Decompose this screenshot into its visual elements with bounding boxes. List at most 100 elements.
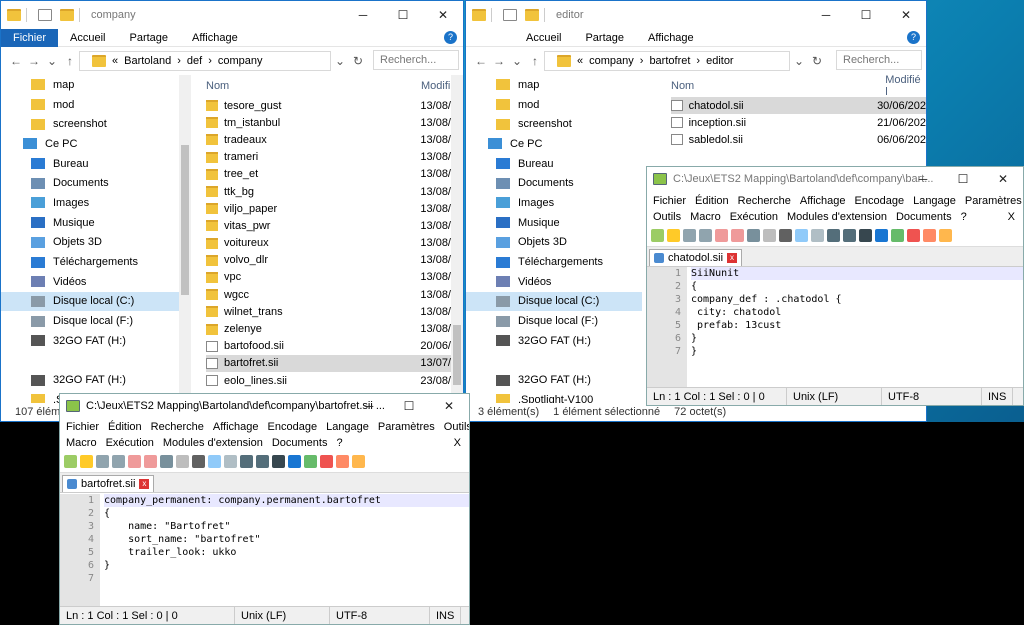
replace-icon[interactable] bbox=[272, 455, 285, 468]
menu-?[interactable]: ? bbox=[336, 437, 342, 449]
menu-fichier[interactable]: Fichier bbox=[653, 195, 686, 207]
list-item[interactable]: vpc 13/08/ bbox=[206, 269, 451, 286]
close-all-icon[interactable] bbox=[144, 455, 157, 468]
zoom-out-icon[interactable] bbox=[304, 455, 317, 468]
breadcrumb-overflow[interactable]: « bbox=[112, 55, 118, 67]
find-icon[interactable] bbox=[256, 455, 269, 468]
menu-modules d'extension[interactable]: Modules d'extension bbox=[163, 437, 263, 449]
breadcrumb-editor[interactable]: editor bbox=[706, 55, 734, 67]
nav-item[interactable]: Bureau bbox=[1, 154, 179, 174]
address-dropdown-icon[interactable]: ⌄ bbox=[790, 54, 808, 68]
redo-icon[interactable] bbox=[240, 455, 253, 468]
nav-item[interactable]: map bbox=[466, 75, 642, 95]
nav-scrollbar[interactable] bbox=[179, 75, 191, 405]
list-item[interactable]: zelenye 13/08/ bbox=[206, 320, 451, 337]
list-item[interactable]: eolo_lines.sii 23/08/ bbox=[206, 372, 451, 389]
wrap-icon[interactable] bbox=[336, 455, 349, 468]
nav-item[interactable]: Téléchargements bbox=[466, 252, 642, 272]
paste-icon[interactable] bbox=[795, 229, 808, 242]
copy-icon[interactable] bbox=[192, 455, 205, 468]
list-item[interactable]: tradeaux 13/08/ bbox=[206, 131, 451, 148]
address-bar[interactable]: « Bartoland › def › company bbox=[79, 51, 331, 71]
nav-item[interactable]: Objets 3D bbox=[466, 233, 642, 253]
minimize-button[interactable]: ─ bbox=[903, 167, 943, 191]
code-text[interactable]: company_permanent: company.permanent.bar… bbox=[100, 494, 469, 606]
up-arrow-icon[interactable]: ↑ bbox=[61, 54, 79, 68]
nav-item[interactable]: map bbox=[1, 75, 179, 95]
nav-item[interactable]: mod bbox=[1, 95, 179, 115]
menu-fichier[interactable]: Fichier bbox=[66, 421, 99, 433]
column-name[interactable]: Nom bbox=[206, 80, 421, 92]
maximize-button[interactable]: ☐ bbox=[389, 394, 429, 418]
close-button[interactable]: ✕ bbox=[429, 394, 469, 418]
menu-affichage[interactable]: Affichage bbox=[213, 421, 259, 433]
back-arrow-icon[interactable]: ← bbox=[7, 54, 25, 68]
file-tab[interactable]: bartofret.sii x bbox=[62, 475, 155, 492]
menu-encodage[interactable]: Encodage bbox=[268, 421, 318, 433]
redo-icon[interactable] bbox=[827, 229, 840, 242]
close-button[interactable]: ✕ bbox=[423, 1, 463, 29]
ribbon-tab-partage[interactable]: Partage bbox=[117, 29, 180, 47]
menu-outils[interactable]: Outils bbox=[444, 421, 469, 433]
minimize-button[interactable]: ─ bbox=[349, 394, 389, 418]
menu-paramètres[interactable]: Paramètres bbox=[378, 421, 435, 433]
save-icon[interactable] bbox=[96, 455, 109, 468]
nav-item[interactable]: 32GO FAT (H:) bbox=[1, 331, 179, 351]
nav-item[interactable]: Bureau bbox=[466, 154, 642, 174]
address-dropdown-icon[interactable]: ⌄ bbox=[331, 54, 349, 68]
menu-édition[interactable]: Édition bbox=[695, 195, 729, 207]
properties-icon[interactable] bbox=[503, 9, 517, 21]
nav-item[interactable]: Vidéos bbox=[466, 272, 642, 292]
forward-arrow-icon[interactable]: → bbox=[25, 54, 43, 68]
undo-icon[interactable] bbox=[811, 229, 824, 242]
macro-icon[interactable] bbox=[939, 229, 952, 242]
nav-item[interactable]: mod bbox=[466, 95, 642, 115]
nav-item[interactable]: screenshot bbox=[466, 114, 642, 134]
menu-recherche[interactable]: Recherche bbox=[738, 195, 791, 207]
list-item[interactable]: voitureux 13/08/ bbox=[206, 235, 451, 252]
cut-icon[interactable] bbox=[176, 455, 189, 468]
help-icon[interactable]: ? bbox=[907, 31, 920, 44]
zoom-in-icon[interactable] bbox=[288, 455, 301, 468]
new-folder-icon[interactable] bbox=[60, 9, 74, 21]
menu-édition[interactable]: Édition bbox=[108, 421, 142, 433]
close-button[interactable]: ✕ bbox=[886, 1, 926, 29]
code-text[interactable]: SiiNunit{company_def : .chatodol { city:… bbox=[687, 267, 1023, 387]
menu-langage[interactable]: Langage bbox=[913, 195, 956, 207]
list-item[interactable]: sabledol.sii 06/06/202 bbox=[671, 131, 926, 148]
breadcrumb-company[interactable]: company bbox=[218, 55, 263, 67]
nav-item[interactable]: Disque local (F:) bbox=[1, 311, 179, 331]
breadcrumb-bartofret[interactable]: bartofret bbox=[649, 55, 690, 67]
ribbon-tab-affichage[interactable]: Affichage bbox=[636, 29, 706, 47]
breadcrumb-def[interactable]: def bbox=[187, 55, 202, 67]
menu-recherche[interactable]: Recherche bbox=[151, 421, 204, 433]
close-document-button[interactable]: X bbox=[454, 437, 461, 449]
menu-macro[interactable]: Macro bbox=[690, 211, 721, 223]
nav-item[interactable]: Disque local (C:) bbox=[1, 291, 179, 312]
open-file-icon[interactable] bbox=[667, 229, 680, 242]
forward-arrow-icon[interactable]: → bbox=[490, 54, 508, 68]
paste-icon[interactable] bbox=[208, 455, 221, 468]
minimize-button[interactable]: ─ bbox=[806, 1, 846, 29]
properties-icon[interactable] bbox=[38, 9, 52, 21]
print-icon[interactable] bbox=[747, 229, 760, 242]
maximize-button[interactable]: ☐ bbox=[383, 1, 423, 29]
ribbon-tab-accueil[interactable]: Accueil bbox=[514, 29, 573, 47]
recent-chevron-icon[interactable]: ⌄ bbox=[43, 54, 61, 68]
column-modified[interactable]: Modifié l bbox=[885, 75, 926, 98]
help-icon[interactable]: ? bbox=[444, 31, 457, 44]
find-icon[interactable] bbox=[843, 229, 856, 242]
recent-chevron-icon[interactable]: ⌄ bbox=[508, 54, 526, 68]
nav-item[interactable]: Images bbox=[1, 193, 179, 213]
nav-item[interactable]: Ce PC bbox=[1, 134, 179, 154]
new-file-icon[interactable] bbox=[651, 229, 664, 242]
nav-item[interactable]: Disque local (C:) bbox=[466, 291, 642, 312]
list-item[interactable]: chatodol.sii 30/06/202 bbox=[671, 97, 926, 115]
menu-encodage[interactable]: Encodage bbox=[855, 195, 905, 207]
search-box[interactable]: Recherch... bbox=[373, 50, 459, 70]
nav-item[interactable]: 32GO FAT (H:) bbox=[1, 370, 179, 390]
list-item[interactable]: inception.sii 21/06/202 bbox=[671, 114, 926, 131]
cut-icon[interactable] bbox=[763, 229, 776, 242]
menu-exécution[interactable]: Exécution bbox=[730, 211, 778, 223]
list-item[interactable]: volvo_dlr 13/08/ bbox=[206, 252, 451, 269]
